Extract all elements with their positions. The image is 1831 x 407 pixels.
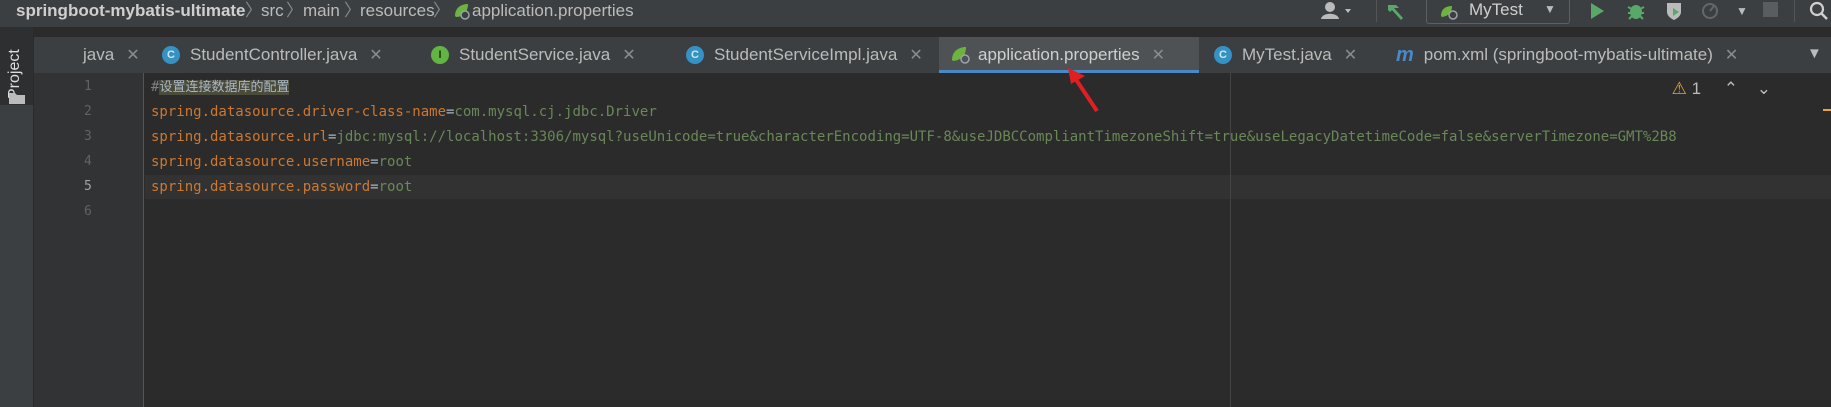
more-run-options-chevron-icon[interactable]: ▼ bbox=[1736, 4, 1748, 18]
close-icon[interactable]: ✕ bbox=[369, 45, 382, 65]
editor-gutter: 1 2 3 4 5 6 bbox=[34, 73, 144, 407]
breadcrumb-separator: 〉 bbox=[433, 1, 450, 20]
chevron-down-icon: ▼ bbox=[1544, 2, 1556, 16]
breadcrumb-separator: 〉 bbox=[344, 1, 361, 20]
tab-java[interactable]: java ✕ bbox=[34, 37, 154, 73]
navigation-bar: springboot-mybatis-ultimate 〉 src 〉 main… bbox=[0, 0, 1831, 27]
line-number: 2 bbox=[84, 104, 92, 119]
spring-leaf-icon bbox=[952, 47, 970, 64]
code-line: spring.datasource.driver-class-name=com.… bbox=[151, 104, 657, 120]
code-line-comment: #设置连接数据库的配置 bbox=[151, 77, 290, 97]
tab-label: pom.xml (springboot-mybatis-ultimate) bbox=[1423, 45, 1713, 64]
breadcrumb-file[interactable]: application.properties bbox=[472, 0, 634, 22]
warning-icon: ⚠ bbox=[1671, 79, 1687, 98]
line-number: 5 bbox=[84, 179, 92, 194]
property-value: com.mysql.cj.jdbc.Driver bbox=[454, 104, 657, 120]
class-icon: C bbox=[162, 46, 180, 64]
close-icon[interactable]: ✕ bbox=[126, 45, 139, 65]
breadcrumb-resources[interactable]: resources bbox=[360, 0, 435, 22]
project-tool-button[interactable]: Project bbox=[0, 27, 33, 105]
inspection-widget[interactable]: ⚠ 1 ⌃ ⌄ bbox=[1672, 79, 1771, 99]
run-with-coverage-icon[interactable] bbox=[1664, 1, 1684, 21]
line-number: 3 bbox=[84, 129, 92, 144]
previous-highlight-icon[interactable]: ⌃ bbox=[1724, 79, 1738, 98]
comment-text: 设置连接数据库的配置 bbox=[159, 80, 290, 95]
property-key: spring.datasource.password bbox=[151, 179, 371, 195]
build-hammer-icon[interactable] bbox=[1385, 1, 1407, 21]
breadcrumb-project[interactable]: springboot-mybatis-ultimate bbox=[16, 0, 246, 22]
toolbar-divider bbox=[1376, 0, 1377, 22]
annotation-arrow bbox=[1068, 68, 1099, 113]
next-highlight-icon[interactable]: ⌄ bbox=[1757, 79, 1771, 98]
property-value: jdbc:mysql://localhost:3306/mysql?useUni… bbox=[336, 129, 1677, 145]
breadcrumb-main[interactable]: main bbox=[303, 0, 340, 22]
left-tool-strip: Project bbox=[0, 27, 34, 407]
right-margin-guide bbox=[1230, 73, 1231, 407]
tab-label: StudentServiceImpl.java bbox=[714, 45, 898, 64]
property-key: spring.datasource.username bbox=[151, 154, 371, 170]
warning-count: 1 bbox=[1691, 79, 1702, 98]
test-class-icon: C bbox=[1214, 46, 1232, 64]
user-icon bbox=[1321, 2, 1351, 19]
interface-icon: I bbox=[431, 46, 449, 64]
code-line: spring.datasource.username=root bbox=[151, 154, 413, 170]
property-value: root bbox=[378, 179, 413, 195]
toolbar-divider bbox=[1794, 0, 1795, 22]
tab-label: application.properties bbox=[978, 45, 1140, 64]
code-editor[interactable]: #设置连接数据库的配置 spring.datasource.driver-cla… bbox=[145, 73, 1831, 407]
line-number: 6 bbox=[84, 204, 92, 219]
user-button[interactable] bbox=[1320, 0, 1354, 27]
tab-student-service-impl[interactable]: C StudentServiceImpl.java ✕ bbox=[686, 37, 976, 73]
close-icon[interactable]: ✕ bbox=[1725, 45, 1738, 65]
property-value: root bbox=[378, 154, 413, 170]
breadcrumb-src[interactable]: src bbox=[261, 0, 284, 22]
tab-list-chevron-icon[interactable]: ▼ bbox=[1807, 45, 1822, 62]
close-icon[interactable]: ✕ bbox=[1152, 45, 1165, 65]
profiler-icon[interactable] bbox=[1700, 1, 1722, 21]
tab-label: StudentService.java bbox=[459, 45, 611, 64]
gutter-separator bbox=[143, 73, 144, 407]
code-line: spring.datasource.password=root bbox=[151, 179, 413, 195]
property-key: spring.datasource.url bbox=[151, 129, 329, 145]
close-icon[interactable]: ✕ bbox=[1344, 45, 1357, 65]
run-configuration-select[interactable]: MyTest ▼ bbox=[1426, 0, 1570, 24]
debug-bug-icon[interactable] bbox=[1626, 1, 1646, 21]
error-stripe-marker[interactable] bbox=[1823, 109, 1831, 111]
tab-label: MyTest.java bbox=[1242, 45, 1332, 64]
code-line: spring.datasource.url=jdbc:mysql://local… bbox=[151, 129, 1677, 145]
run-icon[interactable] bbox=[1588, 1, 1606, 21]
folder-icon bbox=[9, 93, 25, 104]
property-key: spring.datasource.driver-class-name bbox=[151, 104, 447, 120]
tab-pom-xml[interactable]: m pom.xml (springboot-mybatis-ultimate) … bbox=[1396, 37, 1801, 73]
tab-label: StudentController.java bbox=[190, 45, 358, 64]
tab-student-controller[interactable]: C StudentController.java ✕ bbox=[162, 37, 432, 73]
editor-tab-bar: java ✕ C StudentController.java ✕ I Stud… bbox=[34, 37, 1831, 74]
breadcrumb-separator: 〉 bbox=[286, 1, 303, 20]
class-icon: C bbox=[686, 46, 704, 64]
tab-mytest[interactable]: C MyTest.java ✕ bbox=[1214, 37, 1414, 73]
run-config-label: MyTest bbox=[1469, 0, 1523, 19]
test-config-icon bbox=[1441, 6, 1458, 20]
close-icon[interactable]: ✕ bbox=[909, 45, 922, 65]
tab-label: java bbox=[83, 45, 115, 64]
spring-leaf-icon bbox=[455, 4, 470, 20]
breadcrumb-separator: 〉 bbox=[245, 1, 262, 20]
close-icon[interactable]: ✕ bbox=[622, 45, 635, 65]
stop-icon[interactable] bbox=[1763, 2, 1778, 17]
maven-icon: m bbox=[1396, 43, 1414, 66]
line-number: 4 bbox=[84, 154, 92, 169]
search-icon[interactable] bbox=[1808, 0, 1830, 22]
tab-student-service[interactable]: I StudentService.java ✕ bbox=[431, 37, 691, 73]
line-number: 1 bbox=[84, 79, 92, 94]
